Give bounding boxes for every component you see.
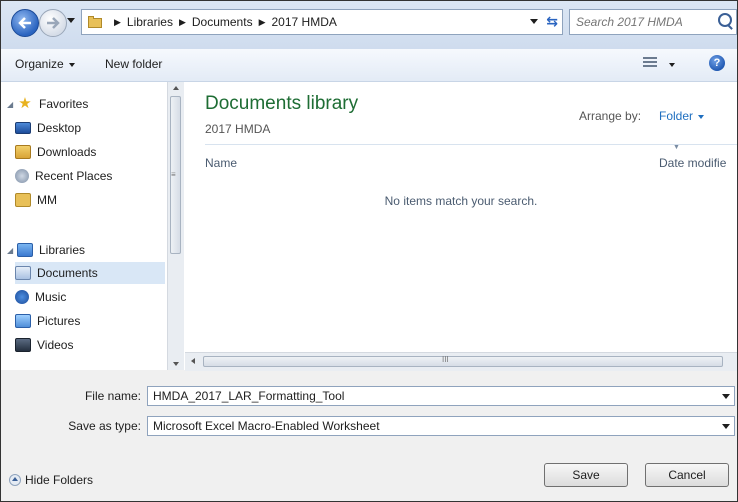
file-name-input[interactable] <box>148 387 713 405</box>
header-divider <box>205 144 737 145</box>
search-box[interactable] <box>569 9 737 35</box>
nav-pictures[interactable]: Pictures <box>15 310 179 332</box>
nav-music[interactable]: Music <box>15 286 179 308</box>
chevron-down-icon <box>68 62 75 67</box>
recent-places-icon <box>15 169 29 183</box>
save-as-type-value: Microsoft Excel Macro-Enabled Worksheet <box>153 419 380 433</box>
column-header-name[interactable]: Name <box>205 156 237 170</box>
save-as-type-label: Save as type: <box>68 419 141 433</box>
breadcrumb-libraries[interactable]: Libraries <box>127 15 173 29</box>
nav-item-label: Documents <box>37 266 98 280</box>
save-as-dialog: ▶ Libraries ▶ Documents ▶ 2017 HMDA ⇆ Or… <box>0 0 738 502</box>
downloads-icon <box>15 145 31 159</box>
nav-downloads[interactable]: Downloads <box>15 141 179 163</box>
arrange-by-value: Folder <box>659 109 694 123</box>
address-bar-row: ▶ Libraries ▶ Documents ▶ 2017 HMDA ⇆ <box>1 1 737 49</box>
nav-libraries-label: Libraries <box>39 243 86 257</box>
recent-locations-dropdown[interactable] <box>67 18 75 23</box>
save-button[interactable]: Save <box>544 463 628 487</box>
nav-item-label: Recent Places <box>35 169 113 183</box>
nav-item-label: Pictures <box>37 314 81 328</box>
nav-mm[interactable]: MM <box>15 189 179 211</box>
library-subtitle: 2017 HMDA <box>205 122 271 136</box>
libraries-icon <box>17 243 33 257</box>
chevron-down-icon[interactable] <box>722 424 730 429</box>
music-icon <box>15 290 29 304</box>
nav-item-label: Desktop <box>37 121 82 135</box>
navigation-pane: ◢ ★ Favorites Desktop Downloads Recent P… <box>1 82 185 370</box>
scroll-up-icon[interactable] <box>173 86 179 90</box>
chevron-down-icon[interactable] <box>722 394 730 399</box>
sort-indicator-icon: ▼ <box>673 144 680 151</box>
nav-desktop[interactable]: Desktop <box>15 117 179 139</box>
collapse-icon[interactable]: ◢ <box>7 100 17 109</box>
desktop-icon <box>15 122 31 134</box>
videos-icon <box>15 338 31 352</box>
nav-vertical-scrollbar[interactable]: ≡ <box>167 82 184 370</box>
documents-icon <box>15 266 31 280</box>
back-button[interactable] <box>11 9 39 37</box>
help-icon[interactable]: ? <box>709 55 725 71</box>
nav-documents[interactable]: Documents <box>15 262 165 284</box>
hide-folders-label: Hide Folders <box>25 473 94 487</box>
collapse-icon[interactable]: ◢ <box>7 246 17 255</box>
chevron-down-icon <box>698 114 705 119</box>
nav-videos[interactable]: Videos <box>15 334 179 356</box>
nav-item-label: Downloads <box>37 145 97 159</box>
views-icon[interactable] <box>643 57 657 71</box>
grip-icon: III <box>442 355 449 364</box>
hide-folders-toggle[interactable]: Hide Folders <box>9 473 93 487</box>
chevron-right-icon[interactable]: ▶ <box>179 17 186 28</box>
views-dropdown-icon[interactable] <box>669 63 675 67</box>
save-as-type-select[interactable]: Microsoft Excel Macro-Enabled Worksheet <box>147 416 735 436</box>
column-header-date-modified[interactable]: Date modifie <box>659 156 726 170</box>
folder-icon <box>15 193 31 207</box>
address-dropdown-icon[interactable] <box>530 19 538 24</box>
file-list-pane: Documents library 2017 HMDA Arrange by: … <box>185 82 737 370</box>
nav-item-label: Music <box>35 290 67 304</box>
nav-recent-places[interactable]: Recent Places <box>15 165 179 187</box>
collapse-up-icon <box>9 474 21 486</box>
new-folder-button[interactable]: New folder <box>105 57 162 71</box>
empty-message: No items match your search. <box>384 194 538 208</box>
address-bar[interactable]: ▶ Libraries ▶ Documents ▶ 2017 HMDA ⇆ <box>81 9 563 35</box>
scroll-thumb[interactable]: III <box>203 355 723 367</box>
forward-arrow-icon <box>47 17 60 29</box>
grip-icon: ≡ <box>171 170 176 179</box>
search-icon[interactable] <box>718 13 732 27</box>
library-title: Documents library <box>205 93 359 114</box>
refresh-icon[interactable]: ⇆ <box>546 13 558 30</box>
folder-icon <box>88 16 102 28</box>
file-name-combobox[interactable] <box>147 386 735 406</box>
cancel-button[interactable]: Cancel <box>645 463 729 487</box>
scroll-left-icon[interactable] <box>191 358 195 364</box>
chevron-right-icon[interactable]: ▶ <box>259 17 266 28</box>
arrange-by-dropdown[interactable]: Folder <box>659 109 705 123</box>
file-name-label: File name: <box>84 389 141 403</box>
command-toolbar: Organize New folder ? <box>1 49 737 82</box>
scroll-down-icon[interactable] <box>173 362 179 366</box>
nav-favorites-label: Favorites <box>39 97 89 111</box>
organize-label: Organize <box>15 57 64 71</box>
nav-libraries[interactable]: ◢ Libraries <box>1 239 165 261</box>
pictures-icon <box>15 314 31 328</box>
chevron-right-icon[interactable]: ▶ <box>114 17 121 28</box>
organize-button[interactable]: Organize <box>15 57 75 71</box>
breadcrumb-2017-hmda[interactable]: 2017 HMDA <box>272 15 337 29</box>
back-arrow-icon <box>18 17 31 29</box>
breadcrumb-documents[interactable]: Documents <box>192 15 253 29</box>
nav-item-label: MM <box>37 193 57 207</box>
arrange-by-label: Arrange by: <box>579 109 642 123</box>
search-input[interactable] <box>570 14 706 30</box>
list-horizontal-scrollbar[interactable]: III <box>185 352 737 371</box>
nav-item-label: Videos <box>37 338 74 352</box>
nav-favorites[interactable]: ◢ ★ Favorites <box>1 93 165 115</box>
star-icon: ★ <box>18 95 32 112</box>
forward-button[interactable] <box>39 9 67 37</box>
